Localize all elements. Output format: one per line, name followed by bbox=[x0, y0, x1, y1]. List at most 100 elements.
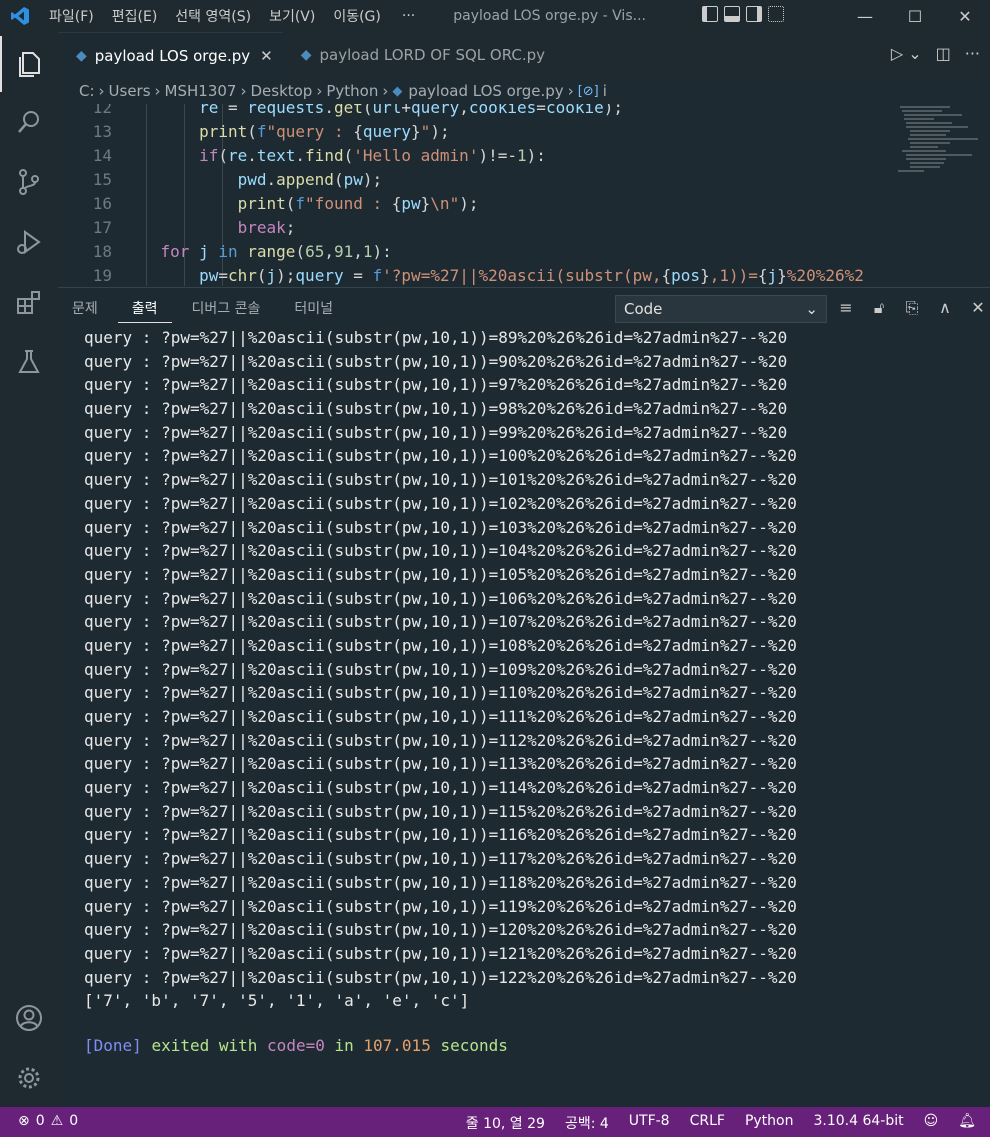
language-mode[interactable]: Python bbox=[745, 1113, 794, 1133]
code-editor[interactable]: 12 re = requests.get(url+query,cookies=c… bbox=[58, 104, 990, 286]
tab-terminal[interactable]: 터미널 bbox=[280, 288, 347, 328]
output-line: query : ?pw=%27||%20ascii(substr(pw,10,1… bbox=[84, 399, 788, 419]
menu-edit[interactable]: 편집(E) bbox=[103, 6, 167, 26]
bottom-panel: 문제 출력 디버그 콘솔 터미널 Code ⌄ ≡ 🔓︎ ⎘ ∧ ✕ query… bbox=[58, 287, 990, 1107]
menu-view[interactable]: 보기(V) bbox=[260, 6, 324, 26]
encoding[interactable]: UTF-8 bbox=[629, 1113, 670, 1133]
breadcrumb-item[interactable]: Desktop bbox=[250, 82, 312, 100]
chevron-down-icon: ⌄ bbox=[805, 300, 818, 318]
breadcrumb-item[interactable]: MSH1307 bbox=[165, 82, 237, 100]
clear-output-icon[interactable]: ≡ bbox=[836, 298, 856, 318]
code-line: 17 break; bbox=[92, 218, 296, 237]
output-line: query : ?pw=%27||%20ascii(substr(pw,10,1… bbox=[84, 517, 797, 537]
search-icon[interactable] bbox=[0, 94, 58, 150]
output-line: query : ?pw=%27||%20ascii(substr(pw,10,1… bbox=[84, 588, 797, 608]
exit-code: code=0 bbox=[267, 1035, 325, 1055]
split-editor-icon[interactable]: ◫ bbox=[936, 44, 951, 63]
minimap[interactable] bbox=[888, 104, 978, 184]
code-line: 12 re = requests.get(url+query,cookies=c… bbox=[92, 104, 623, 117]
error-count: 0 bbox=[35, 1113, 45, 1129]
breadcrumb-item[interactable]: C: bbox=[79, 82, 95, 100]
tab-debug-console[interactable]: 디버그 콘솔 bbox=[178, 288, 275, 328]
output-line: query : ?pw=%27||%20ascii(substr(pw,10,1… bbox=[84, 872, 797, 892]
done-message: [Done] exited with code=0 in 107.015 sec… bbox=[84, 1035, 508, 1055]
activity-bar bbox=[0, 32, 58, 1107]
breadcrumb-item[interactable]: Python bbox=[326, 82, 378, 100]
chevron-right-icon: › bbox=[154, 82, 161, 100]
toggle-panel-icon[interactable] bbox=[724, 6, 740, 22]
code-line: 19 pw=chr(j);query = f'?pw=%27||%20ascii… bbox=[92, 266, 864, 285]
output-line: query : ?pw=%27||%20ascii(substr(pw,10,1… bbox=[84, 801, 797, 821]
layout-controls bbox=[702, 6, 784, 22]
settings-gear-icon[interactable] bbox=[0, 1050, 58, 1106]
code-line: 15 pwd.append(pw); bbox=[92, 170, 383, 189]
output-channel-select[interactable]: Code ⌄ bbox=[615, 295, 827, 323]
accounts-icon[interactable] bbox=[0, 990, 58, 1046]
chevron-right-icon: › bbox=[240, 82, 247, 100]
minimize-icon[interactable]: — bbox=[840, 0, 890, 32]
output-line: query : ?pw=%27||%20ascii(substr(pw,10,1… bbox=[84, 564, 797, 584]
python-file-icon: ◆ bbox=[392, 83, 403, 99]
lock-scroll-icon[interactable]: 🔓︎ bbox=[869, 298, 889, 318]
code-line: 18 for j in range(65,91,1): bbox=[92, 242, 392, 261]
menu-selection[interactable]: 선택 영역(S) bbox=[166, 6, 260, 26]
extensions-icon[interactable] bbox=[0, 274, 58, 330]
tab-label: payload LORD OF SQL ORC.py bbox=[319, 46, 546, 64]
run-debug-icon[interactable] bbox=[0, 214, 58, 270]
editor-tabs: ◆ payload LOS orge.py ✕ ◆ payload LORD O… bbox=[58, 32, 990, 78]
problems-status[interactable]: ⊗ 0 ⚠ 0 bbox=[18, 1113, 78, 1129]
window-controls: — ☐ ✕ bbox=[840, 0, 990, 32]
variable-symbol-icon: [⊘] bbox=[577, 83, 599, 99]
feedback-icon[interactable]: ☺ bbox=[924, 1113, 939, 1133]
breadcrumb-symbol[interactable]: i bbox=[603, 82, 607, 100]
more-actions-icon[interactable]: ··· bbox=[965, 44, 980, 63]
indentation[interactable]: 공백: 4 bbox=[565, 1113, 609, 1133]
toggle-primary-sidebar-icon[interactable] bbox=[702, 6, 718, 22]
output-line: query : ?pw=%27||%20ascii(substr(pw,10,1… bbox=[84, 967, 797, 987]
end-of-line[interactable]: CRLF bbox=[690, 1113, 725, 1133]
code-line: 16 print(f"found : {pw}\n"); bbox=[92, 194, 479, 213]
menu-go[interactable]: 이동(G) bbox=[324, 6, 390, 26]
tab-payload-lord-of-sql-orc[interactable]: ◆ payload LORD OF SQL ORC.py bbox=[283, 32, 545, 78]
tab-label: payload LOS orge.py bbox=[94, 46, 251, 65]
output-log[interactable]: query : ?pw=%27||%20ascii(substr(pw,10,1… bbox=[84, 326, 964, 1096]
python-interpreter[interactable]: 3.10.4 64-bit bbox=[813, 1113, 903, 1133]
tab-problems[interactable]: 문제 bbox=[58, 288, 112, 328]
menu-more-button[interactable]: ··· bbox=[390, 8, 427, 24]
cursor-position[interactable]: 줄 10, 열 29 bbox=[466, 1113, 545, 1133]
output-line: query : ?pw=%27||%20ascii(substr(pw,10,1… bbox=[84, 470, 797, 490]
output-line: query : ?pw=%27||%20ascii(substr(pw,10,1… bbox=[84, 707, 797, 726]
breadcrumb-item[interactable]: Users bbox=[109, 82, 151, 100]
output-line: query : ?pw=%27||%20ascii(substr(pw,10,1… bbox=[84, 683, 797, 703]
tab-payload-los-orge[interactable]: ◆ payload LOS orge.py ✕ bbox=[58, 32, 283, 78]
close-tab-icon[interactable]: ✕ bbox=[260, 47, 273, 65]
notifications-bell-icon[interactable]: 🔔︎ bbox=[958, 1113, 976, 1133]
error-icon: ⊗ bbox=[18, 1113, 30, 1129]
title-bar: 파일(F) 편집(E) 선택 영역(S) 보기(V) 이동(G) ··· pay… bbox=[0, 0, 990, 32]
chevron-right-icon: › bbox=[382, 82, 389, 100]
breadcrumb-file[interactable]: payload LOS orge.py bbox=[408, 82, 563, 100]
python-file-icon: ◆ bbox=[300, 47, 312, 63]
close-panel-icon[interactable]: ✕ bbox=[968, 298, 988, 318]
toggle-secondary-sidebar-icon[interactable] bbox=[746, 6, 762, 22]
output-line: query : ?pw=%27||%20ascii(substr(pw,10,1… bbox=[84, 896, 797, 916]
status-bar: ⊗ 0 ⚠ 0 줄 10, 열 29 공백: 4 UTF-8 CRLF Python… bbox=[0, 1107, 990, 1137]
testing-flask-icon[interactable] bbox=[0, 334, 58, 390]
maximize-icon[interactable]: ☐ bbox=[890, 0, 940, 32]
close-window-icon[interactable]: ✕ bbox=[940, 0, 990, 32]
vscode-logo-icon bbox=[0, 0, 40, 32]
output-line: query : ?pw=%27||%20ascii(substr(pw,10,1… bbox=[84, 825, 797, 845]
output-line: query : ?pw=%27||%20ascii(substr(pw,10,1… bbox=[84, 612, 797, 632]
open-in-editor-icon[interactable]: ⎘ bbox=[902, 298, 922, 318]
output-line: query : ?pw=%27||%20ascii(substr(pw,10,1… bbox=[84, 493, 797, 513]
output-line: query : ?pw=%27||%20ascii(substr(pw,10,1… bbox=[84, 659, 797, 679]
explorer-icon[interactable] bbox=[0, 36, 58, 92]
customize-layout-icon[interactable] bbox=[768, 6, 784, 22]
run-python-file-icon[interactable]: ▷ ⌄ bbox=[891, 44, 922, 63]
source-control-icon[interactable] bbox=[0, 154, 58, 210]
output-line: query : ?pw=%27||%20ascii(substr(pw,10,1… bbox=[84, 943, 797, 963]
maximize-panel-icon[interactable]: ∧ bbox=[935, 298, 955, 318]
tab-output[interactable]: 출력 bbox=[117, 293, 172, 323]
done-tag: [Done] bbox=[84, 1035, 142, 1055]
menu-file[interactable]: 파일(F) bbox=[40, 6, 103, 26]
